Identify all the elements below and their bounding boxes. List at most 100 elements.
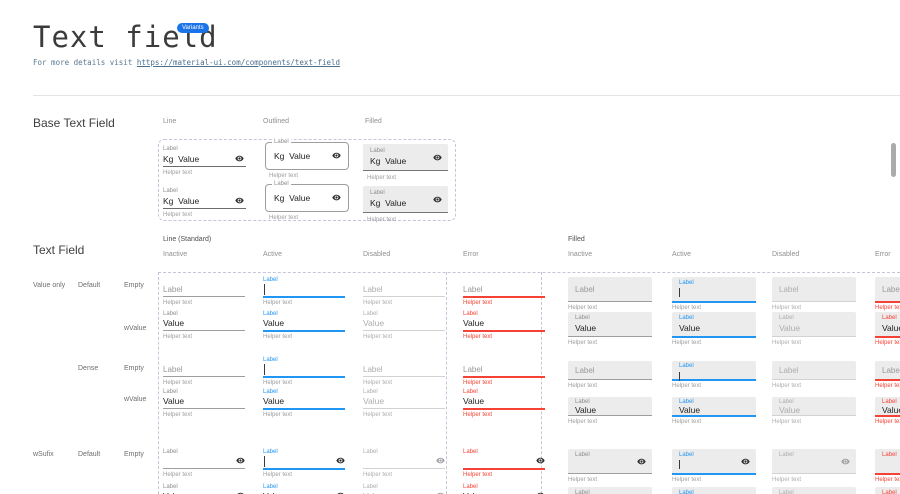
text-cursor [679, 460, 680, 469]
textfield-filled-error-row6[interactable]: LabelValueHelper text [875, 487, 900, 494]
textfield-filled-error-row4[interactable]: LabelValueHelper text [875, 397, 900, 427]
helper-text: Helper text [263, 412, 292, 419]
textfield-filled-inactive-row1[interactable]: LabelHelper text [568, 277, 652, 313]
textfield-filled-error-row1[interactable]: Label Helper text [875, 277, 900, 313]
textfield-line-inactive-row6[interactable]: LabelValueHelper text [163, 484, 245, 494]
textfield-filled-error-row2[interactable]: LabelValueHelper text [875, 312, 900, 348]
base-field-filled[interactable]: LabelKg ValueHelper text [363, 144, 448, 178]
helper-text: Helper text [163, 212, 192, 219]
material-ui-link[interactable]: https://material-ui.com/components/text-… [137, 58, 340, 67]
textfield-filled-active-row5[interactable]: LabelHelper text [672, 449, 756, 485]
visibility-eye-icon[interactable] [436, 456, 445, 465]
base-field-outlined[interactable]: LabelKg ValueHelper text [265, 184, 349, 218]
visibility-eye-icon[interactable] [235, 196, 244, 205]
visibility-eye-icon[interactable] [637, 457, 646, 466]
visibility-eye-icon[interactable] [235, 154, 244, 163]
scrollbar-thumb[interactable] [891, 143, 896, 177]
visibility-eye-icon[interactable] [741, 457, 750, 466]
state-header-disabled: Disabled [363, 251, 390, 258]
field-label: Label [679, 315, 694, 322]
base-field-filled[interactable]: LabelKg ValueHelper text [363, 186, 448, 220]
textfield-line-inactive-row5[interactable]: LabelHelper text [163, 449, 245, 479]
helper-text: Helper text [875, 419, 900, 426]
textfield-line-active-row2[interactable]: LabelValueHelper text [263, 311, 345, 341]
textfield-line-active-row1[interactable]: LabelHelper text [263, 277, 345, 307]
textfield-filled-active-row4[interactable]: LabelValueHelper text [672, 397, 756, 427]
textfield-filled-inactive-row5[interactable]: LabelHelper text [568, 449, 652, 485]
field-label: Label [575, 452, 590, 459]
field-label: Label [679, 363, 694, 370]
visibility-eye-icon[interactable] [536, 456, 545, 465]
field-label: Label [272, 139, 291, 146]
textfield-line-inactive-row3[interactable]: LabelHelper text [163, 357, 245, 387]
textfield-line-error-row5[interactable]: LabelHelper text [463, 449, 545, 479]
textfield-line-inactive-row1[interactable]: LabelHelper text [163, 277, 245, 307]
textfield-filled-active-row6[interactable]: LabelValueHelper text [672, 487, 756, 494]
field-value: Value [679, 405, 700, 416]
textfield-line-disabled-row6[interactable]: LabelValueHelper text [363, 484, 445, 494]
textfield-filled-inactive-row4[interactable]: LabelValueHelper text [568, 397, 652, 427]
filled-box: Label [772, 361, 856, 380]
state-header-active: Active [672, 251, 691, 258]
textfield-line-error-row1[interactable]: LabelHelper text [463, 277, 545, 307]
field-label: Label [882, 284, 900, 295]
textfield-filled-active-row3[interactable]: Label Helper text [672, 361, 756, 391]
textfield-filled-active-row2[interactable]: LabelValueHelper text [672, 312, 756, 348]
textfield-line-active-row5[interactable]: LabelHelper text [263, 449, 345, 479]
textfield-filled-disabled-row1[interactable]: LabelHelper text [772, 277, 856, 313]
textfield-filled-inactive-row3[interactable]: LabelHelper text [568, 361, 652, 391]
textfield-filled-inactive-row6[interactable]: LabelValueHelper text [568, 487, 652, 494]
textfield-line-error-row3[interactable]: LabelHelper text [463, 357, 545, 387]
textfield-line-disabled-row2[interactable]: LabelValueHelper text [363, 311, 445, 341]
base-field-line[interactable]: LabelKg ValueHelper text [163, 184, 246, 218]
field-underline [263, 376, 345, 378]
textfield-line-disabled-row4[interactable]: LabelValueHelper text [363, 389, 445, 419]
textfield-line-error-row6[interactable]: LabelValueHelper text [463, 484, 545, 494]
textfield-line-inactive-row4[interactable]: LabelValueHelper text [163, 389, 245, 419]
textfield-line-disabled-row3[interactable]: LabelHelper text [363, 357, 445, 387]
textfield-line-inactive-row2[interactable]: LabelValueHelper text [163, 311, 245, 341]
textfield-line-active-row3[interactable]: LabelHelper text [263, 357, 345, 387]
base-field-line[interactable]: LabelKg ValueHelper text [163, 142, 246, 176]
field-value: Value [463, 318, 484, 329]
textfield-filled-disabled-row4[interactable]: LabelValueHelper text [772, 397, 856, 427]
helper-text: Helper text [463, 334, 492, 341]
base-column-header-line: Line [163, 118, 176, 125]
textfield-line-disabled-row5[interactable]: LabelHelper text [363, 449, 445, 479]
field-label: Label [363, 364, 383, 375]
visibility-eye-icon[interactable] [332, 151, 341, 160]
field-underline [363, 376, 445, 377]
helper-text: Helper text [672, 383, 701, 390]
helper-text: Helper text [875, 305, 900, 312]
textfield-filled-error-row3[interactable]: LabelHelper text [875, 361, 900, 391]
filled-box: Label [875, 361, 900, 381]
visibility-eye-icon[interactable] [433, 153, 442, 162]
grid-frame-top [158, 272, 900, 273]
textfield-filled-disabled-row5[interactable]: LabelHelper text [772, 449, 856, 485]
textfield-filled-inactive-row2[interactable]: LabelValueHelper text [568, 312, 652, 348]
textfield-line-error-row4[interactable]: LabelValueHelper text [463, 389, 545, 419]
textfield-line-disabled-row1[interactable]: LabelHelper text [363, 277, 445, 307]
main-section-title: Text Field [33, 243, 84, 257]
textfield-filled-disabled-row2[interactable]: LabelValueHelper text [772, 312, 856, 348]
visibility-eye-icon[interactable] [236, 456, 245, 465]
textfield-filled-disabled-row6[interactable]: LabelValueHelper text [772, 487, 856, 494]
field-label: Label [575, 315, 590, 322]
textfield-line-active-row4[interactable]: LabelValueHelper text [263, 389, 345, 419]
visibility-eye-icon[interactable] [841, 457, 850, 466]
filled-box: LabelValue [568, 487, 652, 494]
field-label: Label [163, 284, 183, 295]
section-divider [33, 95, 900, 96]
field-value: Value [779, 405, 800, 416]
textfield-filled-active-row1[interactable]: LabelHelper text [672, 277, 756, 313]
base-field-outlined[interactable]: LabelKg ValueHelper text [265, 142, 349, 176]
visibility-eye-icon[interactable] [433, 195, 442, 204]
textfield-line-error-row2[interactable]: LabelValueHelper text [463, 311, 545, 341]
row-label-default: Default [78, 282, 100, 289]
textfield-line-active-row6[interactable]: LabelValueHelper text [263, 484, 345, 494]
textfield-filled-disabled-row3[interactable]: LabelHelper text [772, 361, 856, 391]
field-value: Kg Value [370, 198, 406, 209]
visibility-eye-icon[interactable] [332, 193, 341, 202]
visibility-eye-icon[interactable] [336, 456, 345, 465]
textfield-filled-error-row5[interactable]: LabelHelper text [875, 449, 900, 485]
